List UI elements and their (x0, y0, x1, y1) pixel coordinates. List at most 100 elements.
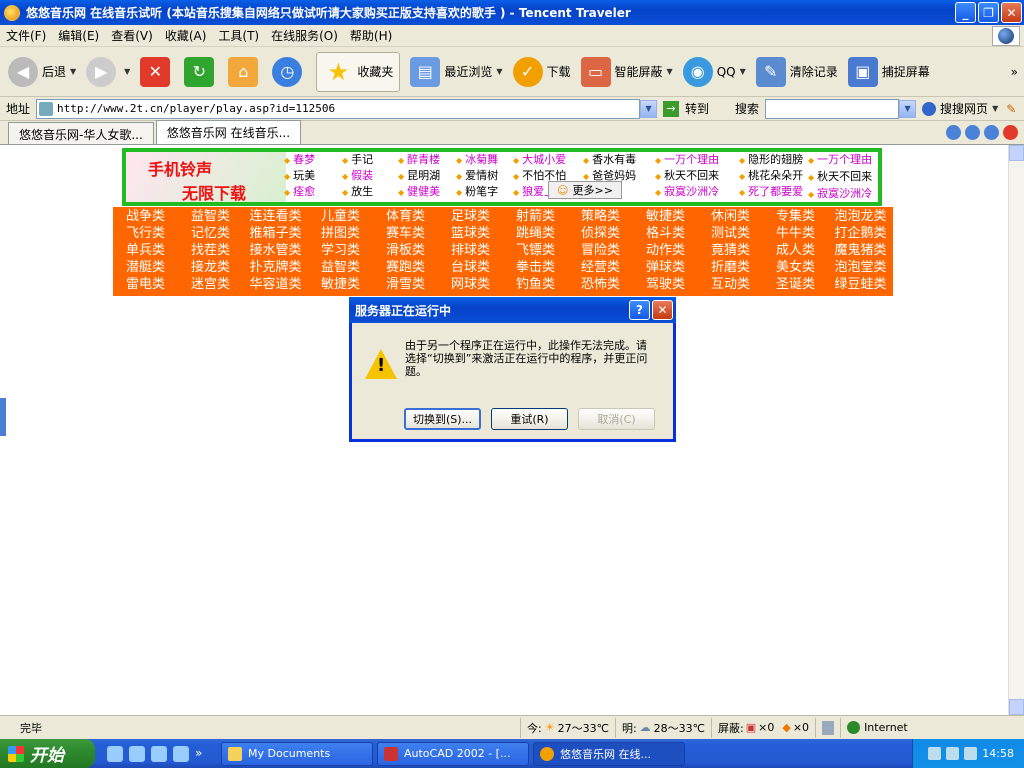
qq-dropdown-icon[interactable]: ▼ (740, 67, 746, 76)
song-link[interactable]: 秋天不回来 (808, 169, 872, 186)
song-link[interactable]: 痊愈 (284, 184, 342, 200)
tab-1[interactable]: 悠悠音乐网-华人女歌... (8, 122, 154, 144)
category-link[interactable]: 接龙类 (178, 259, 243, 276)
category-link[interactable]: 网球类 (438, 276, 503, 293)
category-link[interactable]: 排球类 (438, 242, 503, 259)
category-link[interactable]: 飞行类 (113, 225, 178, 242)
menu-edit[interactable]: 编辑(E) (58, 27, 99, 44)
category-link[interactable]: 圣诞类 (763, 276, 828, 293)
category-link[interactable]: 儿童类 (308, 208, 373, 225)
category-link[interactable]: 泡泡堂类 (828, 259, 893, 276)
menu-online-services[interactable]: 在线服务(O) (271, 27, 338, 44)
category-link[interactable]: 互动类 (698, 276, 763, 293)
vertical-scrollbar[interactable] (1008, 145, 1024, 715)
song-link[interactable]: 一万个理由 (655, 152, 739, 168)
weather-today[interactable]: 今: ☀ 27～33℃ (520, 717, 615, 738)
category-link[interactable]: 策略类 (568, 208, 633, 225)
category-link[interactable]: 跳绳类 (503, 225, 568, 242)
dialog-help-button[interactable]: ? (629, 300, 650, 320)
stop-button[interactable]: ✕ (140, 56, 174, 87)
back-dropdown-icon[interactable]: ▼ (70, 67, 76, 76)
scroll-down-button[interactable] (1009, 699, 1024, 715)
category-link[interactable]: 学习类 (308, 242, 373, 259)
expand-icon[interactable]: » (195, 746, 211, 762)
retry-button[interactable]: 重试(R) (491, 408, 568, 430)
category-link[interactable]: 牛牛类 (763, 225, 828, 242)
browser-icon[interactable] (173, 745, 189, 762)
song-link[interactable]: 健健美 (398, 184, 456, 200)
back-button[interactable]: ◀ 后退 ▼ (8, 56, 76, 87)
category-link[interactable]: 打企鹅类 (828, 225, 893, 242)
qq-button[interactable]: ◉ QQ ▼ (682, 56, 746, 87)
song-link[interactable]: 醉青楼 (398, 152, 456, 168)
category-link[interactable]: 找茬类 (178, 242, 243, 259)
recent-dropdown-icon[interactable]: ▼ (496, 67, 502, 76)
category-link[interactable]: 休闲类 (698, 208, 763, 225)
song-link[interactable]: 昆明湖 (398, 168, 456, 184)
category-link[interactable]: 魔鬼猪类 (828, 242, 893, 259)
category-link[interactable]: 冒险类 (568, 242, 633, 259)
history-button[interactable]: ◷ (272, 56, 306, 87)
ringtone-ad[interactable]: 手机铃声 无限下载 (126, 152, 286, 203)
keyboard-icon[interactable] (928, 747, 942, 760)
sidebar-toggle[interactable] (0, 398, 6, 436)
song-link[interactable]: 玩美 (284, 168, 342, 184)
menu-tools[interactable]: 工具(T) (218, 27, 259, 44)
block-counters[interactable]: 屏蔽: ▣ ×0 ◆ ×0 (711, 717, 815, 738)
dialog-titlebar[interactable]: 服务器正在运行中 ? ✕ (349, 297, 676, 323)
category-link[interactable]: 体育类 (373, 208, 438, 225)
category-link[interactable]: 成人类 (763, 242, 828, 259)
cancel-button[interactable]: 取消(C) (578, 408, 655, 430)
song-link[interactable]: 春梦 (284, 152, 342, 168)
category-link[interactable]: 侦探类 (568, 225, 633, 242)
tab-next-icon[interactable] (965, 125, 980, 140)
category-link[interactable]: 迷宫类 (178, 276, 243, 293)
category-link[interactable]: 飞镖类 (503, 242, 568, 259)
tab-2[interactable]: 悠悠音乐网 在线音乐... (155, 120, 302, 144)
category-link[interactable]: 敏捷类 (308, 276, 373, 293)
tab-close-icon[interactable] (1003, 125, 1018, 140)
capture-button[interactable]: ▣ 捕捉屏幕 (847, 56, 930, 87)
category-link[interactable]: 推箱子类 (243, 225, 308, 242)
switch-to-button[interactable]: 切换到(S)... (404, 408, 481, 430)
song-link[interactable]: 香水有毒 (583, 152, 655, 168)
refresh-button[interactable]: ↻ (184, 56, 218, 87)
ie-icon[interactable] (129, 745, 145, 762)
clear-history-button[interactable]: ✎ 清除记录 (755, 56, 838, 87)
category-link[interactable]: 驾驶类 (633, 276, 698, 293)
task-my-documents[interactable]: My Documents (221, 741, 373, 766)
category-link[interactable]: 台球类 (438, 259, 503, 276)
song-link[interactable]: 寂寞沙洲冷 (808, 186, 872, 203)
forward-button[interactable]: ▶ ▼ (86, 56, 130, 87)
category-link[interactable]: 篮球类 (438, 225, 503, 242)
block-button[interactable]: ▭ 智能屏蔽 ▼ (580, 56, 673, 87)
search-dropdown-icon[interactable]: ▼ (899, 99, 917, 118)
close-button[interactable]: ✕ (1001, 2, 1022, 23)
category-link[interactable]: 钓鱼类 (503, 276, 568, 293)
category-link[interactable]: 美女类 (763, 259, 828, 276)
category-link[interactable]: 滑板类 (373, 242, 438, 259)
tab-prev-icon[interactable] (946, 125, 961, 140)
highlight-pen-icon[interactable]: ✎ (1006, 102, 1016, 116)
category-link[interactable]: 足球类 (438, 208, 503, 225)
category-link[interactable]: 益智类 (308, 259, 373, 276)
qq-icon[interactable] (151, 745, 167, 762)
category-link[interactable]: 测试类 (698, 225, 763, 242)
minimize-button[interactable]: _ (955, 2, 976, 23)
category-link[interactable]: 弹球类 (633, 259, 698, 276)
category-link[interactable]: 华容道类 (243, 276, 308, 293)
tray-arrow-icon[interactable] (946, 747, 960, 760)
category-link[interactable]: 益智类 (178, 208, 243, 225)
search-input[interactable] (765, 98, 900, 119)
song-link[interactable]: 爱情树 (456, 168, 513, 184)
search-engine-dropdown-icon[interactable]: ▼ (992, 104, 998, 113)
song-link[interactable]: 放生 (342, 184, 398, 200)
network-icon[interactable] (964, 747, 978, 760)
category-link[interactable]: 滑雪类 (373, 276, 438, 293)
restore-button[interactable]: ❐ (978, 2, 999, 23)
category-link[interactable]: 绿豆蛙类 (828, 276, 893, 293)
task-autocad[interactable]: AutoCAD 2002 - [... (377, 741, 529, 766)
recent-button[interactable]: ▤ 最近浏览 ▼ (410, 56, 503, 87)
category-link[interactable]: 连连看类 (243, 208, 308, 225)
task-browser[interactable]: 悠悠音乐网 在线... (533, 741, 685, 766)
